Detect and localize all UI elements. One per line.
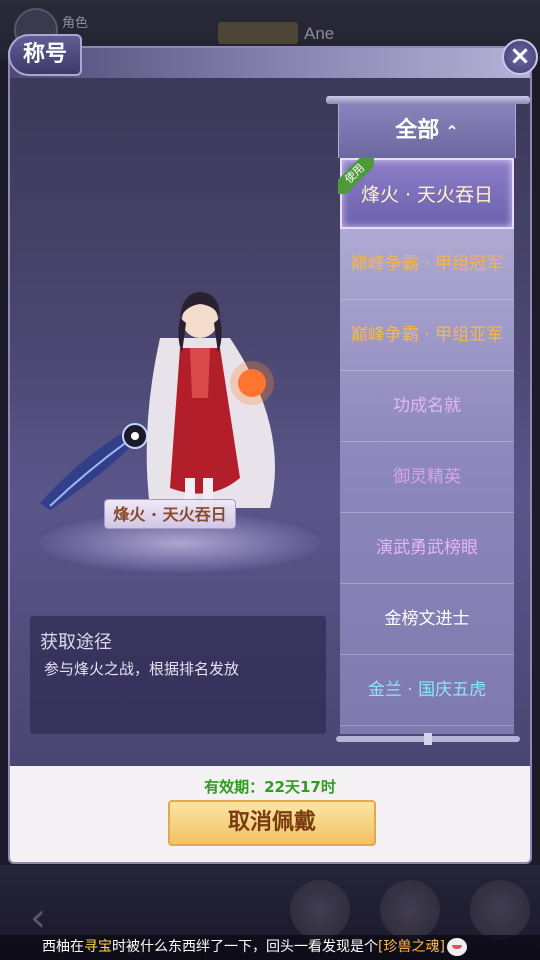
background-name-box [218, 22, 298, 44]
title-list-item[interactable]: 御灵精英 [340, 442, 514, 513]
title-panel: 烽火 · 天火吞日 获取途径 参与烽火之战，根据排名发放 全部 ⌃ 烽火 · 天火… [8, 46, 532, 864]
background-menu-button-3 [470, 880, 530, 940]
background-role-label: 角色 [62, 15, 89, 30]
title-list-item-label: 功成名就 [393, 396, 461, 416]
panel-title: 称号 [8, 34, 82, 76]
acquire-info-box: 获取途径 参与烽火之战，根据排名发放 [30, 616, 326, 734]
title-list-item-label: 烽火 · 天火吞日 [360, 184, 494, 206]
ticker-highlight-item: [珍兽之魂] [378, 939, 445, 955]
title-list-item-label: 巅峰争霸 · 甲组冠军 [350, 254, 504, 274]
background-menu-button-1 [290, 880, 350, 940]
list-top-rail [326, 96, 530, 104]
scroll-indicator[interactable] [424, 733, 432, 745]
filter-label: 全部 [395, 118, 440, 143]
acquire-heading: 获取途径 [40, 632, 112, 653]
title-list-item[interactable]: 功成名就 [340, 371, 514, 442]
ticker-text-2: 时被什么东西绊了一下，回头一看发现是个 [112, 939, 378, 955]
title-list-item-label: 御灵精英 [393, 467, 461, 487]
ticker-highlight-treasure: 寻宝 [84, 939, 112, 955]
background-player-name: Ane [304, 24, 335, 43]
in-use-badge: 使用 [338, 158, 374, 194]
ticker-text-1: 西柚在 [42, 939, 84, 955]
background-menu-button-2 [380, 880, 440, 940]
news-ticker: 西柚在寻宝时被什么东西绊了一下，回头一看发现是个[珍兽之魂] [0, 935, 540, 960]
filter-all-button[interactable]: 全部 ⌃ [338, 104, 516, 158]
title-list[interactable]: 烽火 · 天火吞日 使用巅峰争霸 · 甲组冠军 巅峰争霸 · 甲组亚军 功成名就御灵精… [338, 158, 514, 734]
title-list-item[interactable]: 巅峰争霸 · 甲组冠军 [340, 229, 514, 300]
title-list-frame: 全部 ⌃ 烽火 · 天火吞日 使用巅峰争霸 · 甲组冠军 巅峰争霸 · 甲组亚军 功成名… [326, 96, 530, 746]
equipped-title-label: 烽火 · 天火吞日 [104, 499, 236, 529]
panel-header [10, 48, 530, 78]
title-list-item-label: 演武勇武榜眼 [376, 538, 478, 558]
title-list-item-label: 金兰 · 国庆五虎 [367, 680, 487, 700]
cancel-wear-button[interactable]: 取消佩戴 [168, 800, 376, 846]
panel-footer: 有效期：22天17时 取消佩戴 [10, 766, 530, 862]
title-list-item-label: 金榜文进士 [384, 609, 470, 629]
title-list-item[interactable]: 演武勇武榜眼 [340, 513, 514, 584]
acquire-description: 参与烽火之战，根据排名发放 [44, 660, 240, 678]
title-list-item[interactable]: 巅峰争霸 · 甲组亚军 [340, 300, 514, 371]
validity-text: 有效期：22天17时 [204, 778, 336, 796]
smile-face-icon [446, 938, 467, 956]
title-list-item[interactable]: 金榜文进士 [340, 584, 514, 655]
title-list-item[interactable]: 金兰 · 国庆五虎 [340, 655, 514, 726]
chevron-up-icon: ⌃ [445, 122, 459, 141]
title-list-item-label: 巅峰争霸 · 甲组亚军 [350, 325, 504, 345]
close-icon[interactable]: × [502, 39, 538, 75]
in-use-badge-label: 使用 [338, 158, 374, 194]
title-list-item[interactable]: 烽火 · 天火吞日 使用 [338, 158, 514, 229]
